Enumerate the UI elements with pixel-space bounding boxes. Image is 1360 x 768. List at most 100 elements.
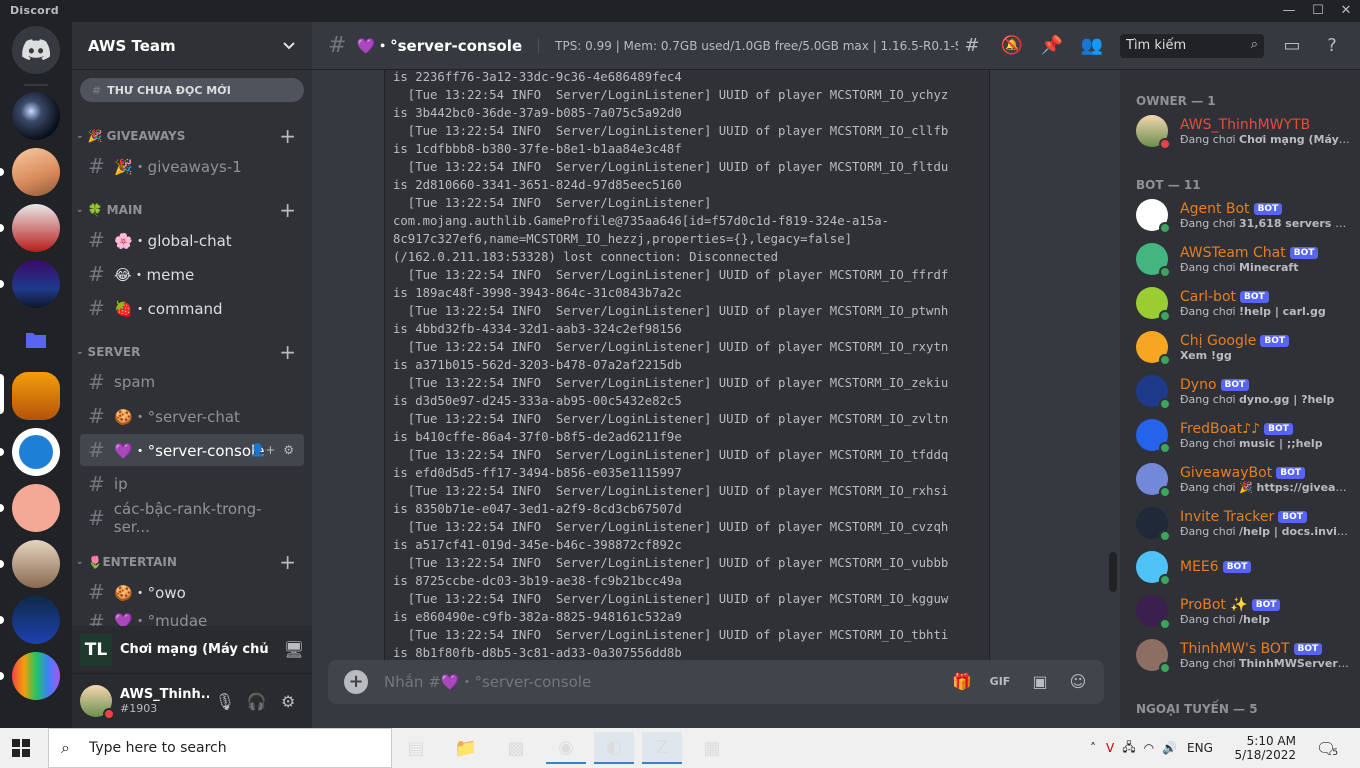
channel-topic[interactable]: TPS: 0.99 | Mem: 0.7GB used/1.0GB free/5…	[538, 38, 958, 53]
channel-ranks[interactable]: # các-bậc-rank-trong-ser...	[80, 500, 304, 536]
member-name-row: Chị Google BOT	[1180, 333, 1350, 349]
channel-spam[interactable]: # spam	[80, 366, 304, 398]
channel-command[interactable]: # 🍓・command	[80, 292, 304, 324]
member-bot[interactable]: Carl-bot BOT Đang chơi !help | carl.gg	[1128, 282, 1352, 324]
folder-icon	[26, 333, 46, 348]
channel-mudae[interactable]: # 💜・°mudae	[80, 610, 304, 626]
help-icon[interactable]: ?	[1320, 34, 1344, 58]
create-channel-icon[interactable]: +	[279, 198, 296, 222]
offline-category: NGOẠI TUYẾN — 5	[1136, 702, 1258, 716]
server-folder[interactable]	[12, 316, 60, 364]
channel-giveaways-1[interactable]: # 🎉・giveaways-1	[80, 150, 304, 182]
category-server[interactable]: ⌄ SERVER +	[76, 340, 300, 364]
language-indicator[interactable]: ENG	[1187, 741, 1213, 755]
member-info: GiveawayBot BOT Đang chơi 🎉 https://giveaw…	[1180, 465, 1350, 494]
server-icon-4[interactable]	[12, 260, 60, 308]
crafting-table-icon[interactable]: ▦	[692, 732, 732, 764]
server-icon-3[interactable]	[12, 204, 60, 252]
category-entertain[interactable]: ⌄ 🌷ENTERTAIN +	[76, 550, 300, 574]
chrome-icon[interactable]: ◉	[546, 732, 586, 764]
server-icon-7[interactable]	[12, 484, 60, 532]
locked-hash-icon: #	[88, 438, 105, 462]
notification-center-icon[interactable]: 🗨 5	[1316, 728, 1338, 768]
sticker-icon[interactable]: ▣	[1028, 670, 1052, 694]
member-bot[interactable]: GiveawayBot BOT Đang chơi 🎉 https://giveaw…	[1128, 458, 1352, 500]
member-bot[interactable]: Chị Google BOT Xem !gg	[1128, 326, 1352, 368]
member-list-icon[interactable]: 👥	[1080, 34, 1104, 58]
antivirus-icon[interactable]: V	[1106, 741, 1114, 755]
category-giveaways[interactable]: ⌄ 🎉 GIVEAWAYS +	[76, 124, 300, 148]
channel-owo[interactable]: # 🍪・°owo	[80, 576, 304, 608]
close-button[interactable]: ✕	[1332, 1, 1360, 21]
threads-icon[interactable]: #	[960, 34, 984, 58]
server-icon-10[interactable]	[12, 652, 60, 700]
channel-server-console[interactable]: # 💜・°server-console 👤+ ⚙	[80, 434, 304, 466]
member-bot[interactable]: Dyno BOT Đang chơi dyno.gg | ?help	[1128, 370, 1352, 412]
message-input[interactable]	[384, 673, 944, 691]
channel-ip[interactable]: # ip	[80, 468, 304, 500]
category-main[interactable]: ⌄ 🍀 MAIN +	[76, 198, 300, 222]
member-bot[interactable]: ThinhMW's BOT BOT Đang chơi ThinhMWServerM…	[1128, 634, 1352, 676]
task-view-icon[interactable]: ▤	[396, 732, 436, 764]
volume-icon[interactable]: 🔊	[1162, 741, 1177, 755]
member-owner[interactable]: AWS_ThinhMWYTB Đang chơi Chơi mạng (Máy …	[1128, 110, 1352, 152]
server-folder-2[interactable]	[12, 714, 60, 728]
gif-icon[interactable]: GIF	[988, 670, 1012, 694]
home-button[interactable]	[12, 26, 60, 74]
emoji-icon[interactable]: ☺	[1066, 670, 1090, 694]
member-bot[interactable]: ProBot ✨ BOT Đang chơi /help	[1128, 590, 1352, 632]
console-line: is 8350b71e-e047-3ed1-a2f9-8cd3cb67507d	[393, 502, 682, 516]
channel-meme[interactable]: # 😂・meme	[80, 258, 304, 290]
minecraft-icon[interactable]: ▩	[496, 732, 536, 764]
status-prefix: Đang chơi	[1180, 612, 1240, 626]
create-channel-icon[interactable]: +	[279, 550, 296, 574]
invite-icon[interactable]: 👤+	[250, 443, 275, 457]
discord-taskbar-icon[interactable]: ◐	[594, 732, 634, 764]
server-icon-2[interactable]	[12, 148, 60, 196]
status-detail: 🎉 https://giveawa...	[1239, 480, 1350, 494]
screen-share-icon[interactable]: 🖥	[284, 640, 304, 659]
chevron-up-icon[interactable]: ˄	[1090, 741, 1096, 755]
avatar	[1136, 375, 1171, 410]
server-icon-8[interactable]	[12, 540, 60, 588]
file-explorer-icon[interactable]: 📁	[446, 732, 486, 764]
zalo-icon[interactable]: Z	[642, 732, 682, 764]
gift-icon[interactable]: 🎁	[950, 670, 974, 694]
channel-global-chat[interactable]: # 🌸・global-chat	[80, 224, 304, 256]
create-channel-icon[interactable]: +	[279, 340, 296, 364]
wifi-icon[interactable]: ◠	[1144, 741, 1154, 755]
clock-date: 5/18/2022	[1234, 748, 1296, 762]
maximize-button[interactable]: ☐	[1304, 1, 1332, 21]
server-icon-1[interactable]	[12, 92, 60, 140]
gear-icon[interactable]: ⚙	[283, 443, 294, 457]
online-status-icon	[1159, 442, 1171, 454]
notifications-muted-icon[interactable]: 🔕	[1000, 34, 1024, 58]
guild-header[interactable]: AWS Team	[72, 22, 312, 70]
avatar[interactable]	[80, 685, 115, 720]
server-icon-6[interactable]	[12, 428, 60, 476]
new-unreads-button[interactable]: # THƯ CHƯA ĐỌC MỚI	[80, 78, 304, 102]
member-bot[interactable]: Invite Tracker BOT Đang chơi /help | docs.…	[1128, 502, 1352, 544]
inbox-icon[interactable]: ▭	[1280, 34, 1304, 58]
windows-start-icon[interactable]	[12, 739, 30, 757]
mute-mic-icon[interactable]: 🎙	[209, 692, 241, 711]
channel-server-chat[interactable]: # 🍪・°server-chat	[80, 400, 304, 432]
minimize-button[interactable]: —	[1275, 1, 1303, 21]
user-settings-icon[interactable]: ⚙	[272, 692, 304, 711]
member-bot[interactable]: FredBoat♪♪ BOT Đang chơi music | ;;help	[1128, 414, 1352, 456]
member-bot[interactable]: Agent Bot BOT Đang chơi 31,618 servers | 2…	[1128, 194, 1352, 236]
search-box[interactable]: Tìm kiếm ⌕	[1120, 34, 1264, 58]
taskbar-search[interactable]: ⌕ Type here to search	[48, 728, 392, 768]
network-icon[interactable]: 🖧	[1122, 738, 1135, 759]
scrollbar[interactable]	[1109, 552, 1117, 592]
member-bot[interactable]: MEE6 BOT	[1128, 546, 1352, 588]
add-attachment-button[interactable]: +	[344, 670, 368, 694]
headphones-icon[interactable]: 🎧	[241, 692, 273, 711]
pin-icon[interactable]: 📌	[1040, 34, 1064, 58]
member-info: AWSTeam Chat BOT Đang chơi Minecraft	[1180, 245, 1350, 274]
server-icon-aws-team[interactable]	[12, 372, 60, 420]
create-channel-icon[interactable]: +	[279, 124, 296, 148]
server-icon-9[interactable]	[12, 596, 60, 644]
clock[interactable]: 5:10 AM 5/18/2022	[1234, 728, 1296, 768]
member-bot[interactable]: AWSTeam Chat BOT Đang chơi Minecraft	[1128, 238, 1352, 280]
